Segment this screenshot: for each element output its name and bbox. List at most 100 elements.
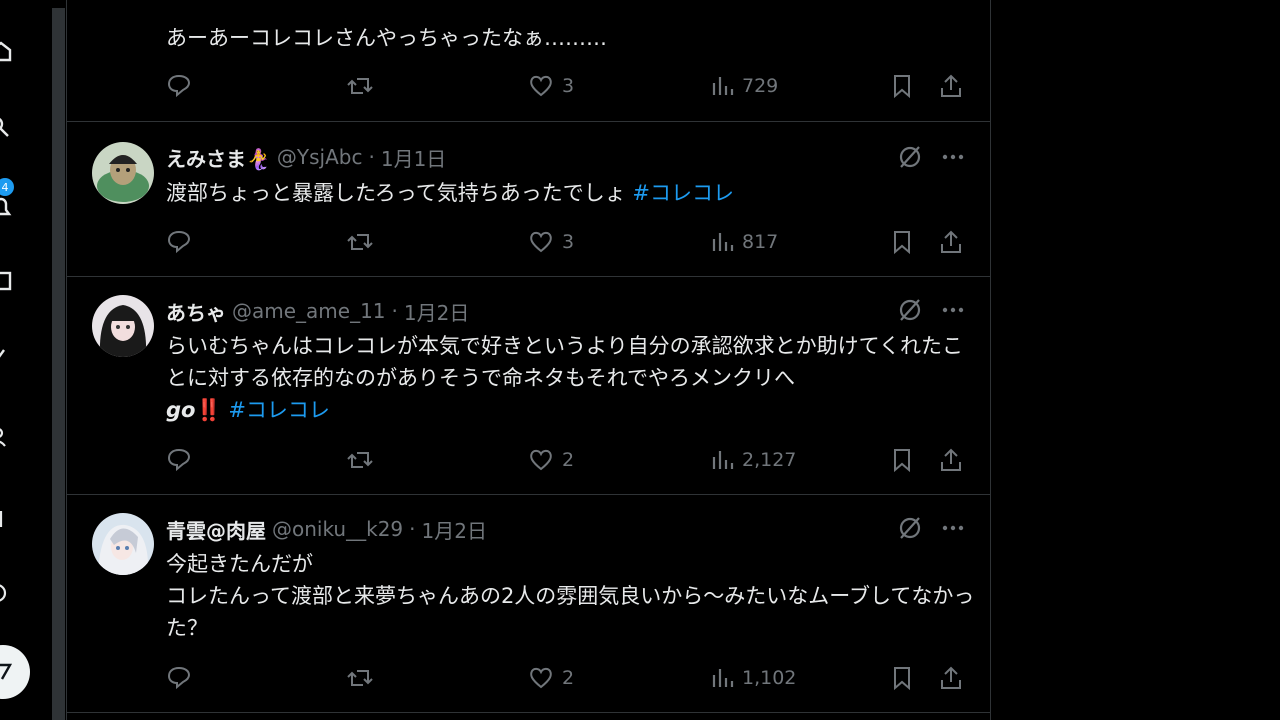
bookmark-button[interactable] (890, 445, 914, 475)
tweet-text-content: らいむちゃんはコレコレが本気で好きというより自分の承認欲求とか助けてくれたことに… (166, 334, 963, 390)
more-options-icon[interactable] (941, 297, 965, 323)
reply-icon (167, 666, 191, 690)
views-button[interactable]: 1,102 (710, 663, 796, 693)
user-handle[interactable]: @YsjAbc (277, 145, 363, 169)
reply-icon (167, 74, 191, 98)
retweet-icon (347, 234, 373, 250)
share-button[interactable] (938, 71, 964, 101)
avatar[interactable] (92, 142, 154, 204)
like-count: 2 (562, 449, 575, 471)
tweet-item[interactable]: えみさま🧜‍♀️ @YsjAbc · 1月1日 渡部ちょっと暴露したろって気持ち… (67, 122, 991, 277)
search-icon[interactable] (0, 118, 12, 140)
compose-post-button[interactable] (0, 645, 30, 699)
reply-button[interactable] (166, 445, 192, 475)
display-name[interactable]: あちゃ (166, 297, 226, 326)
share-icon (941, 74, 961, 97)
separator-dot: · (409, 517, 416, 541)
communities-icon[interactable] (0, 426, 12, 448)
tweet-header: えみさま🧜‍♀️ @YsjAbc · 1月1日 (166, 142, 446, 172)
retweet-icon (347, 452, 373, 468)
tweet-date[interactable]: 1月1日 (381, 143, 446, 172)
like-button[interactable]: 2 (528, 663, 574, 693)
more-options-icon[interactable] (941, 515, 965, 541)
heart-icon (530, 449, 552, 471)
tweet-date[interactable]: 1月2日 (404, 297, 469, 326)
like-button[interactable]: 2 (528, 445, 574, 475)
notifications-icon[interactable] (0, 196, 12, 218)
user-handle[interactable]: @ame_ame_11 (232, 299, 386, 323)
user-handle[interactable]: @oniku__k29 (272, 517, 403, 541)
share-icon (941, 666, 961, 689)
retweet-button[interactable] (346, 663, 374, 693)
tweet-item[interactable]: あちゃ @ame_ame_11 · 1月2日 らいむちゃんはコレコレが本気で好き… (67, 277, 991, 495)
grok-explain-icon[interactable] (897, 515, 923, 541)
tweet-text: 今起きたんだが コレたんって渡部と来夢ちゃんあの2人の雰囲気良いから〜みたいなム… (166, 552, 975, 640)
home-icon[interactable] (0, 40, 12, 62)
views-button[interactable]: 729 (710, 71, 778, 101)
retweet-button[interactable] (346, 71, 374, 101)
reply-button[interactable] (166, 663, 192, 693)
more-options-icon[interactable] (941, 144, 965, 170)
views-button[interactable]: 2,127 (710, 445, 796, 475)
like-button[interactable]: 3 (528, 71, 574, 101)
views-icon (712, 451, 734, 469)
hashtag-link[interactable]: #コレコレ (632, 181, 734, 205)
heart-icon (530, 667, 552, 689)
view-count: 2,127 (742, 449, 797, 471)
tweet-top-actions (897, 144, 965, 170)
share-button[interactable] (938, 227, 964, 257)
like-button[interactable]: 3 (528, 227, 574, 257)
double-exclamation-emoji: ‼️ (195, 398, 222, 422)
messages-icon[interactable] (0, 270, 12, 292)
bookmark-button[interactable] (890, 227, 914, 257)
share-button[interactable] (938, 663, 964, 693)
share-button[interactable] (938, 445, 964, 475)
display-name[interactable]: えみさま🧜‍♀️ (166, 143, 271, 172)
grok-explain-icon[interactable] (897, 144, 923, 170)
tweet-header: あちゃ @ame_ame_11 · 1月2日 (166, 296, 469, 326)
separator-dot: · (368, 145, 375, 169)
display-name[interactable]: 青雲@肉屋 (166, 515, 266, 544)
retweet-button[interactable] (346, 445, 374, 475)
like-count: 2 (562, 667, 575, 689)
retweet-icon (347, 670, 373, 686)
avatar[interactable] (92, 513, 154, 575)
timeline: あーあーコレコレさんやっちゃったなぁ……… 3 729 (66, 0, 991, 720)
bookmark-button[interactable] (890, 663, 914, 693)
reply-button[interactable] (166, 227, 192, 257)
share-icon (941, 448, 961, 471)
tweet-text-content: 渡部ちょっと暴露したろって気持ちあったでしょ (166, 181, 633, 205)
tweet-text: あーあーコレコレさんやっちゃったなぁ……… (166, 26, 607, 50)
tweet-text: らいむちゃんはコレコレが本気で好きというより自分の承認欲求とか助けてくれたことに… (166, 330, 966, 426)
reply-icon (167, 448, 191, 472)
heart-icon (530, 75, 552, 97)
avatar[interactable] (92, 295, 154, 357)
tweet-item[interactable]: 青雲@肉屋 @oniku__k29 · 1月2日 今起きたんだが コレたんって渡… (67, 495, 991, 713)
view-count: 817 (742, 231, 779, 253)
more-circle-icon[interactable] (0, 582, 12, 604)
tweet-item[interactable]: あーあーコレコレさんやっちゃったなぁ……… 3 729 (67, 0, 991, 122)
bookmark-icon (894, 667, 910, 691)
view-count: 1,102 (742, 667, 797, 689)
reply-button[interactable] (166, 71, 192, 101)
left-nav-rail: 4 (0, 0, 52, 720)
like-count: 3 (562, 231, 575, 253)
retweet-button[interactable] (346, 227, 374, 257)
profile-icon[interactable] (0, 508, 12, 530)
tweet-date[interactable]: 1月2日 (422, 515, 487, 544)
grok-explain-icon[interactable] (897, 297, 923, 323)
bookmark-button[interactable] (890, 71, 914, 101)
notification-count-badge: 4 (0, 178, 14, 196)
grok-icon[interactable] (0, 346, 12, 368)
tweet-actions: 3 817 (166, 227, 966, 257)
hashtag-link[interactable]: #コレコレ (228, 398, 330, 422)
share-icon (941, 230, 961, 253)
bookmark-icon (894, 449, 910, 473)
retweet-icon (347, 78, 373, 94)
views-icon (712, 669, 734, 687)
tweet-actions: 2 2,127 (166, 445, 966, 475)
scrollbar[interactable] (52, 8, 65, 720)
bookmark-icon (894, 231, 910, 255)
bookmark-icon (894, 75, 910, 99)
views-button[interactable]: 817 (710, 227, 778, 257)
